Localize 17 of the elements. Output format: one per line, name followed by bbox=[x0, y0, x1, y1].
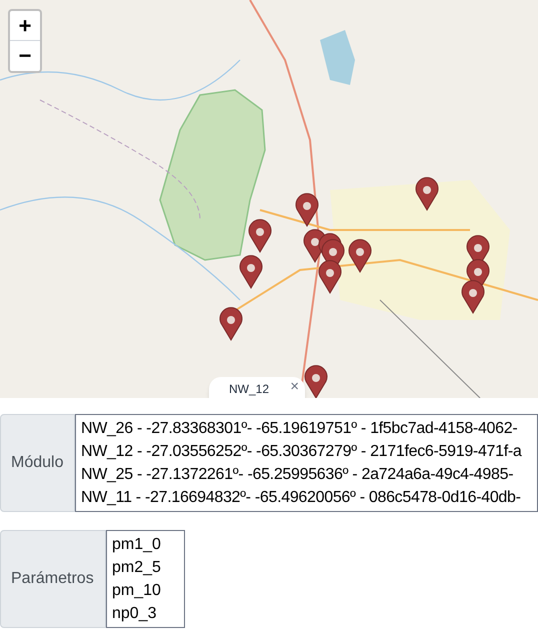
list-option[interactable]: NW_12 - -27.03556252º- -65.30367279º - 2171fec6-5919-471f-a bbox=[76, 440, 537, 463]
popup-text: NW_12 bbox=[229, 383, 270, 395]
field-label: Módulo bbox=[0, 414, 75, 512]
list-option[interactable]: pm_10 bbox=[107, 579, 184, 602]
zoom-out-button[interactable]: − bbox=[10, 41, 40, 71]
list-option[interactable]: NW_11 - -27.16694832º- -65.49620056º - 086c5478-0d16-40db- bbox=[76, 486, 537, 509]
close-button[interactable]: × bbox=[290, 379, 299, 394]
list-option[interactable]: pm1_0 bbox=[107, 533, 184, 556]
field-label: Parámetros bbox=[0, 530, 106, 628]
list-box[interactable]: pm1_0 pm2_5 pm_10 np0_3 bbox=[106, 530, 185, 628]
list-option[interactable]: NW_26 - -27.83368301º- -65.19619751º - 1f5bc7ad-4158-4062- bbox=[76, 417, 537, 440]
list-option[interactable]: NW_25 - -27.1372261º- -65.25995636º - 2a724a6a-49c4-4985- bbox=[76, 463, 537, 486]
list-option[interactable]: pm2_5 bbox=[107, 556, 184, 579]
list-box[interactable] bbox=[75, 414, 538, 512]
list-option[interactable]: np0_3 bbox=[107, 602, 184, 625]
zoom-in-button[interactable]: + bbox=[10, 11, 40, 41]
map-drawing[interactable] bbox=[0, 0, 538, 398]
